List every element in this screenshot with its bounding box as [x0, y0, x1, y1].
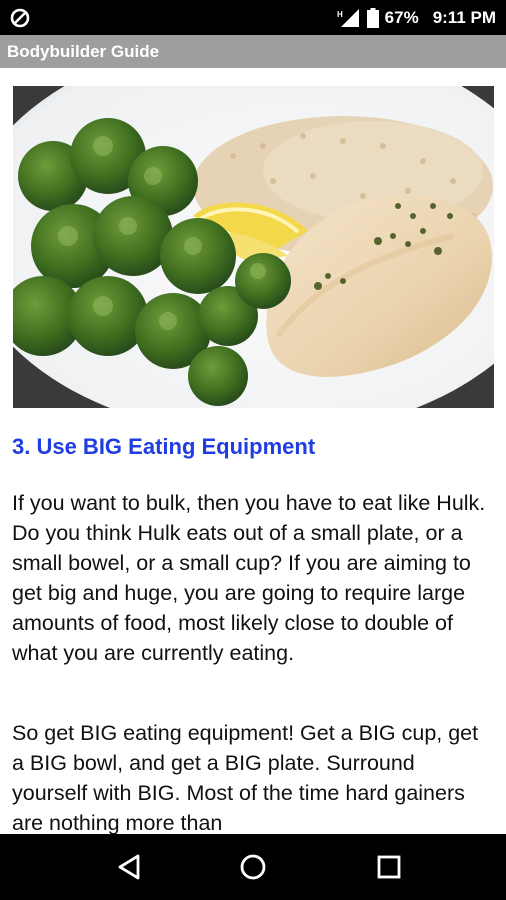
app-title: Bodybuilder Guide	[7, 42, 160, 61]
clock: 9:11 PM	[432, 7, 496, 27]
recents-square-icon[interactable]	[373, 851, 405, 883]
navigation-bar	[0, 834, 506, 900]
article-content[interactable]: 3. Use BIG Eating Equipment If you want …	[0, 68, 506, 834]
signal-icon: H	[337, 8, 359, 27]
home-circle-icon[interactable]	[237, 851, 269, 883]
svg-text:H: H	[337, 10, 343, 19]
food-photo	[13, 86, 494, 408]
status-indicators: H 67% 9:11 PM	[337, 0, 496, 35]
app-bar: Bodybuilder Guide	[0, 35, 506, 68]
battery-icon	[366, 7, 379, 28]
battery-percentage: 67%	[384, 7, 419, 27]
article-paragraph: So get BIG eating equipment! Get a BIG c…	[12, 721, 479, 834]
status-bar: H 67% 9:11 PM	[0, 0, 506, 35]
article-paragraph: If you want to bulk, then you have to ea…	[12, 491, 486, 665]
section-heading: 3. Use BIG Eating Equipment	[12, 434, 316, 459]
back-triangle-icon[interactable]	[114, 851, 146, 883]
blocked-circle-icon	[10, 8, 30, 28]
